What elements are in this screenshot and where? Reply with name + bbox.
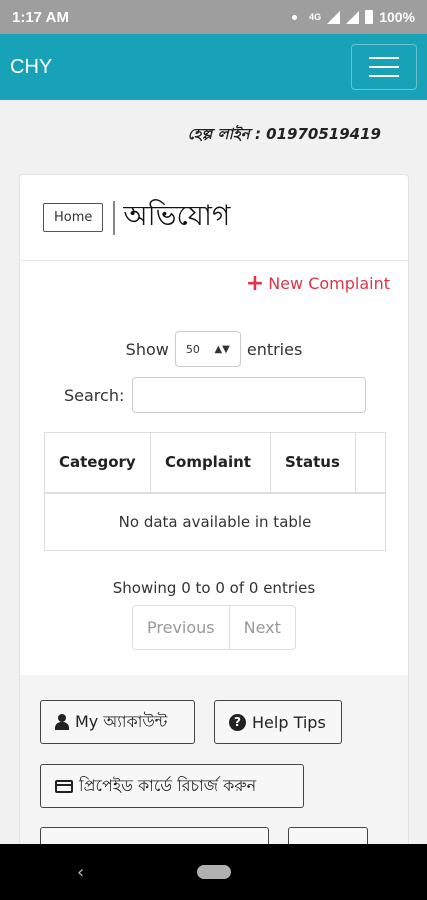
empty-table-message: No data available in table bbox=[44, 492, 386, 551]
signal-icon-2 bbox=[346, 10, 360, 24]
column-header-category[interactable]: Category bbox=[44, 432, 151, 494]
network-type: 4G bbox=[309, 11, 322, 22]
my-account-button[interactable]: My অ্যাকাউন্ট bbox=[40, 700, 195, 744]
column-header-complaint[interactable]: Complaint bbox=[150, 432, 271, 494]
credit-card-icon bbox=[55, 779, 73, 793]
new-complaint-label: New Complaint bbox=[268, 274, 390, 293]
sort-arrows-icon: ▲▼ bbox=[214, 343, 230, 355]
status-icons: 4G 100% bbox=[292, 9, 415, 25]
back-icon[interactable]: ‹ bbox=[77, 862, 84, 883]
search-input[interactable] bbox=[132, 377, 367, 413]
search-control: Search: bbox=[64, 377, 367, 413]
previous-button[interactable]: Previous bbox=[133, 606, 229, 649]
brand-link[interactable]: CHY bbox=[10, 56, 351, 79]
complaint-card: Home অভিযোগ + New Complaint Show 50 ▲▼ e… bbox=[19, 174, 409, 871]
home-pill-icon[interactable] bbox=[196, 865, 231, 879]
card-footer: My অ্যাকাউন্ট ? Help Tips প্রিপেইড কার্ড… bbox=[20, 675, 408, 871]
pagination: Previous Next bbox=[132, 605, 296, 650]
menu-line bbox=[369, 57, 399, 59]
question-circle-icon: ? bbox=[229, 713, 246, 731]
home-button[interactable]: Home bbox=[43, 203, 104, 232]
help-tips-button[interactable]: ? Help Tips bbox=[214, 700, 342, 744]
recharge-label: প্রিপেইড কার্ডে রিচার্জ করুন bbox=[79, 775, 257, 795]
recharge-button[interactable]: প্রিপেইড কার্ডে রিচার্জ করুন bbox=[40, 764, 304, 808]
my-account-label: My অ্যাকাউন্ট bbox=[75, 711, 168, 731]
title-divider bbox=[113, 200, 116, 235]
card-header: Home অভিযোগ bbox=[20, 175, 408, 261]
plus-icon: + bbox=[245, 270, 265, 296]
battery-level: 100% bbox=[379, 9, 415, 25]
menu-line bbox=[369, 66, 399, 68]
column-header-status[interactable]: Status bbox=[270, 432, 356, 494]
show-label: Show bbox=[125, 339, 169, 359]
entries-select[interactable]: 50 ▲▼ bbox=[174, 331, 241, 367]
table-header-row: Category Complaint Status bbox=[44, 432, 386, 494]
entries-length-control: Show 50 ▲▼ entries bbox=[20, 331, 408, 367]
next-button[interactable]: Next bbox=[228, 606, 295, 649]
system-navigation-bar: ‹ bbox=[0, 844, 427, 900]
status-time: 1:17 AM bbox=[12, 8, 69, 26]
helpline-text: হেল্প লাইন : 01970519419 bbox=[187, 125, 381, 143]
table-row: No data available in table bbox=[44, 492, 386, 551]
signal-icon bbox=[327, 10, 341, 24]
menu-line bbox=[369, 75, 399, 77]
help-tips-label: Help Tips bbox=[252, 712, 326, 732]
notification-dot-icon bbox=[292, 14, 298, 20]
search-label: Search: bbox=[64, 385, 125, 405]
status-bar: 1:17 AM 4G 100% bbox=[0, 0, 427, 34]
entries-select-value: 50 bbox=[185, 342, 200, 356]
complaints-table: Category Complaint Status No data availa… bbox=[44, 432, 386, 551]
battery-icon bbox=[365, 10, 374, 24]
page-title: অভিযোগ bbox=[123, 199, 231, 232]
column-header-extra[interactable] bbox=[355, 432, 386, 494]
table-info: Showing 0 to 0 of 0 entries bbox=[112, 579, 316, 597]
hamburger-icon[interactable] bbox=[351, 44, 417, 90]
user-icon bbox=[55, 714, 69, 730]
entries-label: entries bbox=[246, 339, 303, 359]
navbar: CHY bbox=[0, 34, 427, 100]
new-complaint-link[interactable]: + New Complaint bbox=[245, 270, 390, 296]
